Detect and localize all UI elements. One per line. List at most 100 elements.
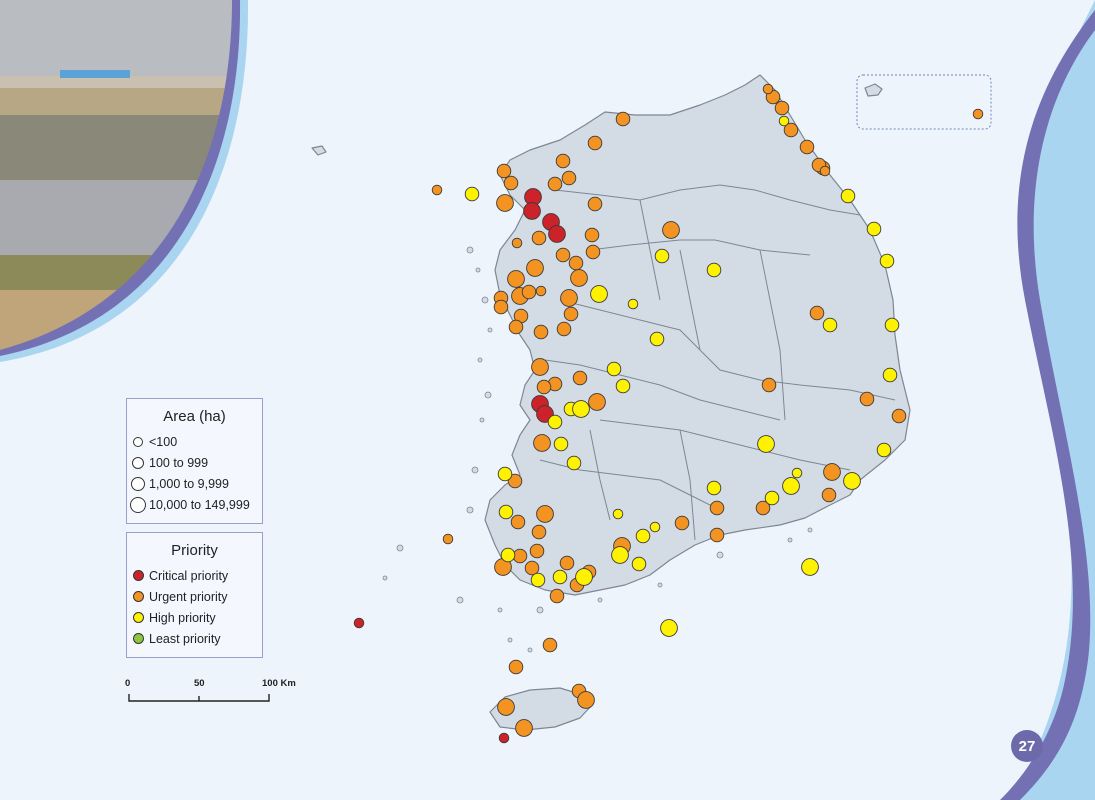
scale-label-max: 100 Km: [262, 678, 296, 689]
dokdo-inset-box: [856, 74, 992, 130]
site-marker-high: [606, 361, 622, 377]
site-marker-urgent: [533, 434, 551, 452]
priority-legend-label: Urgent priority: [149, 589, 228, 604]
site-marker-high: [882, 367, 898, 383]
site-marker-urgent: [577, 691, 595, 709]
area-legend-title: Area (ha): [163, 408, 226, 425]
priority-legend-item: Least priority: [127, 628, 262, 649]
site-marker-high: [500, 547, 516, 563]
site-marker-high: [464, 186, 480, 202]
site-marker-urgent: [536, 379, 552, 395]
site-marker-high: [843, 472, 861, 490]
site-marker-urgent: [809, 305, 825, 321]
priority-legend-label: Least priority: [149, 631, 221, 646]
site-marker-urgent: [493, 299, 509, 315]
scale-label-mid: 50: [194, 678, 205, 689]
least-dot-icon: [127, 633, 149, 644]
scale-line: [128, 694, 270, 702]
site-marker-high: [782, 477, 800, 495]
size-circle-icon: [127, 476, 149, 491]
site-marker-high: [822, 317, 838, 333]
area-legend-item: 10,000 to 149,999: [127, 494, 262, 515]
area-legend-label: 1,000 to 9,999: [149, 476, 229, 491]
area-legend-item: 1,000 to 9,999: [127, 473, 262, 494]
site-marker-high: [566, 455, 582, 471]
site-marker-urgent: [560, 289, 578, 307]
site-marker-high: [635, 528, 651, 544]
site-marker-urgent: [762, 83, 774, 95]
site-marker-high: [876, 442, 892, 458]
site-marker-high: [612, 508, 624, 520]
size-circle-icon: [127, 456, 149, 469]
site-marker-urgent: [503, 175, 519, 191]
site-marker-high: [649, 331, 665, 347]
site-marker-urgent: [533, 324, 549, 340]
area-legend-label: 100 to 999: [149, 455, 209, 470]
site-marker-high: [654, 248, 670, 264]
scale-bar: 0 50 100 Km: [120, 678, 310, 708]
site-marker-urgent: [524, 560, 540, 576]
area-legend-label: <100: [149, 434, 178, 449]
site-marker-high: [627, 298, 639, 310]
site-marker-urgent: [512, 548, 528, 564]
site-marker-urgent: [496, 194, 514, 212]
site-marker-urgent: [568, 255, 584, 271]
ulleung-island: [864, 83, 883, 97]
site-marker-urgent: [431, 184, 443, 196]
site-marker-urgent: [555, 153, 571, 169]
site-marker-urgent: [709, 500, 725, 516]
site-marker-urgent: [521, 284, 537, 300]
site-marker-high: [552, 569, 568, 585]
site-marker-urgent: [531, 524, 547, 540]
site-marker-urgent: [563, 306, 579, 322]
site-marker-urgent: [508, 659, 524, 675]
site-marker-urgent: [511, 237, 523, 249]
site-marker-urgent: [761, 377, 777, 393]
site-marker-urgent: [526, 259, 544, 277]
site-marker-urgent: [547, 176, 563, 192]
size-circle-icon: [127, 496, 149, 513]
site-marker-urgent: [821, 487, 837, 503]
site-marker-urgent: [823, 463, 841, 481]
site-marker-high: [884, 317, 900, 333]
priority-legend-item: High priority: [127, 607, 262, 628]
site-marker-urgent: [859, 391, 875, 407]
site-marker-critical: [523, 202, 541, 220]
site-marker-urgent: [531, 358, 549, 376]
site-marker-urgent: [531, 230, 547, 246]
scale-label-zero: 0: [125, 678, 131, 689]
site-marker-urgent: [588, 393, 606, 411]
site-marker-urgent: [819, 165, 831, 177]
site-marker-high: [575, 568, 593, 586]
area-legend-label: 10,000 to 149,999: [149, 497, 250, 512]
site-marker-urgent: [529, 543, 545, 559]
site-marker-urgent: [542, 637, 558, 653]
site-marker-high: [801, 558, 819, 576]
priority-legend: Priority Critical priority Urgent priori…: [126, 532, 263, 658]
site-marker-urgent: [497, 698, 515, 716]
urgent-dot-icon: [127, 591, 149, 602]
site-marker-urgent: [561, 170, 577, 186]
site-marker-urgent: [674, 515, 690, 531]
site-marker-urgent: [536, 505, 554, 523]
map-page: Area (ha) <100 100 to 999 1,000 to 9,999…: [0, 0, 1095, 800]
site-marker-high: [660, 619, 678, 637]
site-marker-urgent: [508, 319, 524, 335]
site-marker-high: [791, 467, 803, 479]
site-marker-urgent: [587, 196, 603, 212]
site-marker-critical: [548, 225, 566, 243]
site-marker-high: [590, 285, 608, 303]
site-marker-high: [840, 188, 856, 204]
critical-dot-icon: [127, 570, 149, 581]
site-marker-urgent: [570, 269, 588, 287]
site-marker-high: [572, 400, 590, 418]
site-marker-high: [631, 556, 647, 572]
site-marker-critical: [353, 617, 365, 629]
site-marker-high: [498, 504, 514, 520]
site-marker-urgent: [507, 270, 525, 288]
site-marker-urgent: [972, 108, 984, 120]
area-legend: Area (ha) <100 100 to 999 1,000 to 9,999…: [126, 398, 263, 524]
site-marker-high: [611, 546, 629, 564]
site-marker-urgent: [587, 135, 603, 151]
site-marker-urgent: [615, 111, 631, 127]
